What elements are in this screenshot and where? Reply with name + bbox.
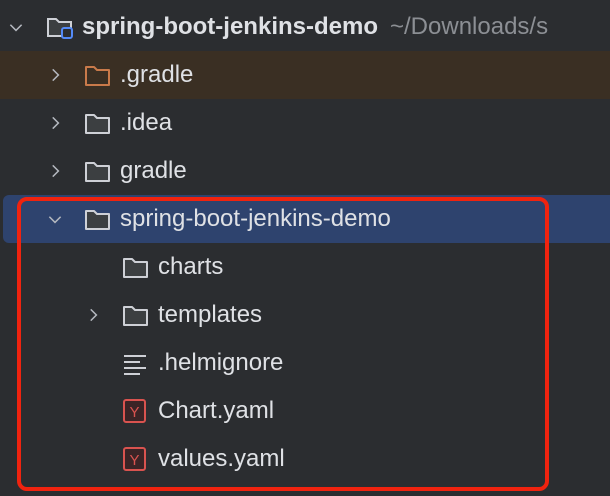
- item-label: templates: [158, 301, 263, 328]
- tree-item-gradle[interactable]: gradle: [0, 147, 610, 195]
- item-label: charts: [158, 253, 224, 280]
- tree-root[interactable]: spring-boot-jenkins-demo ~/Downloads/s: [0, 3, 610, 51]
- text-file-icon: [122, 351, 150, 377]
- chevron-down-icon[interactable]: [4, 15, 28, 39]
- tree-item-charts[interactable]: charts: [0, 243, 610, 291]
- root-name: spring-boot-jenkins-demo: [82, 13, 378, 40]
- svg-text:Y: Y: [129, 404, 139, 421]
- tree-item-helmignore[interactable]: .helmignore: [0, 339, 610, 387]
- yaml-file-icon: Y: [122, 446, 150, 472]
- chevron-right-icon[interactable]: [81, 303, 105, 327]
- svg-text:Y: Y: [129, 452, 139, 469]
- root-path: ~/Downloads/s: [390, 13, 549, 40]
- folder-icon: [84, 207, 112, 233]
- folder-icon: [122, 303, 150, 329]
- item-label: .idea: [120, 109, 173, 136]
- folder-icon: [122, 255, 150, 281]
- tree-item-helm-chart-folder[interactable]: spring-boot-jenkins-demo: [3, 195, 610, 243]
- yaml-file-icon: Y: [122, 398, 150, 424]
- item-label: .gradle: [120, 61, 194, 88]
- item-label: values.yaml: [158, 445, 285, 472]
- item-label: Chart.yaml: [158, 397, 275, 424]
- folder-icon: [84, 111, 112, 137]
- item-label: gradle: [120, 157, 187, 184]
- module-folder-icon: [46, 14, 74, 40]
- chevron-right-icon[interactable]: [43, 63, 67, 87]
- tree-item-gradle-hidden[interactable]: .gradle: [0, 51, 610, 99]
- chevron-right-icon[interactable]: [43, 159, 67, 183]
- folder-icon: [84, 159, 112, 185]
- tree-item-idea[interactable]: .idea: [0, 99, 610, 147]
- chevron-down-icon[interactable]: [43, 207, 67, 231]
- chevron-right-icon[interactable]: [43, 111, 67, 135]
- excluded-folder-icon: [84, 63, 112, 89]
- tree-item-templates[interactable]: templates: [0, 291, 610, 339]
- tree-item-values-yaml[interactable]: Y values.yaml: [0, 435, 610, 483]
- item-label: .helmignore: [158, 349, 284, 376]
- item-label: spring-boot-jenkins-demo: [120, 205, 391, 232]
- root-label: spring-boot-jenkins-demo ~/Downloads/s: [82, 3, 548, 51]
- tree-item-chart-yaml[interactable]: Y Chart.yaml: [0, 387, 610, 435]
